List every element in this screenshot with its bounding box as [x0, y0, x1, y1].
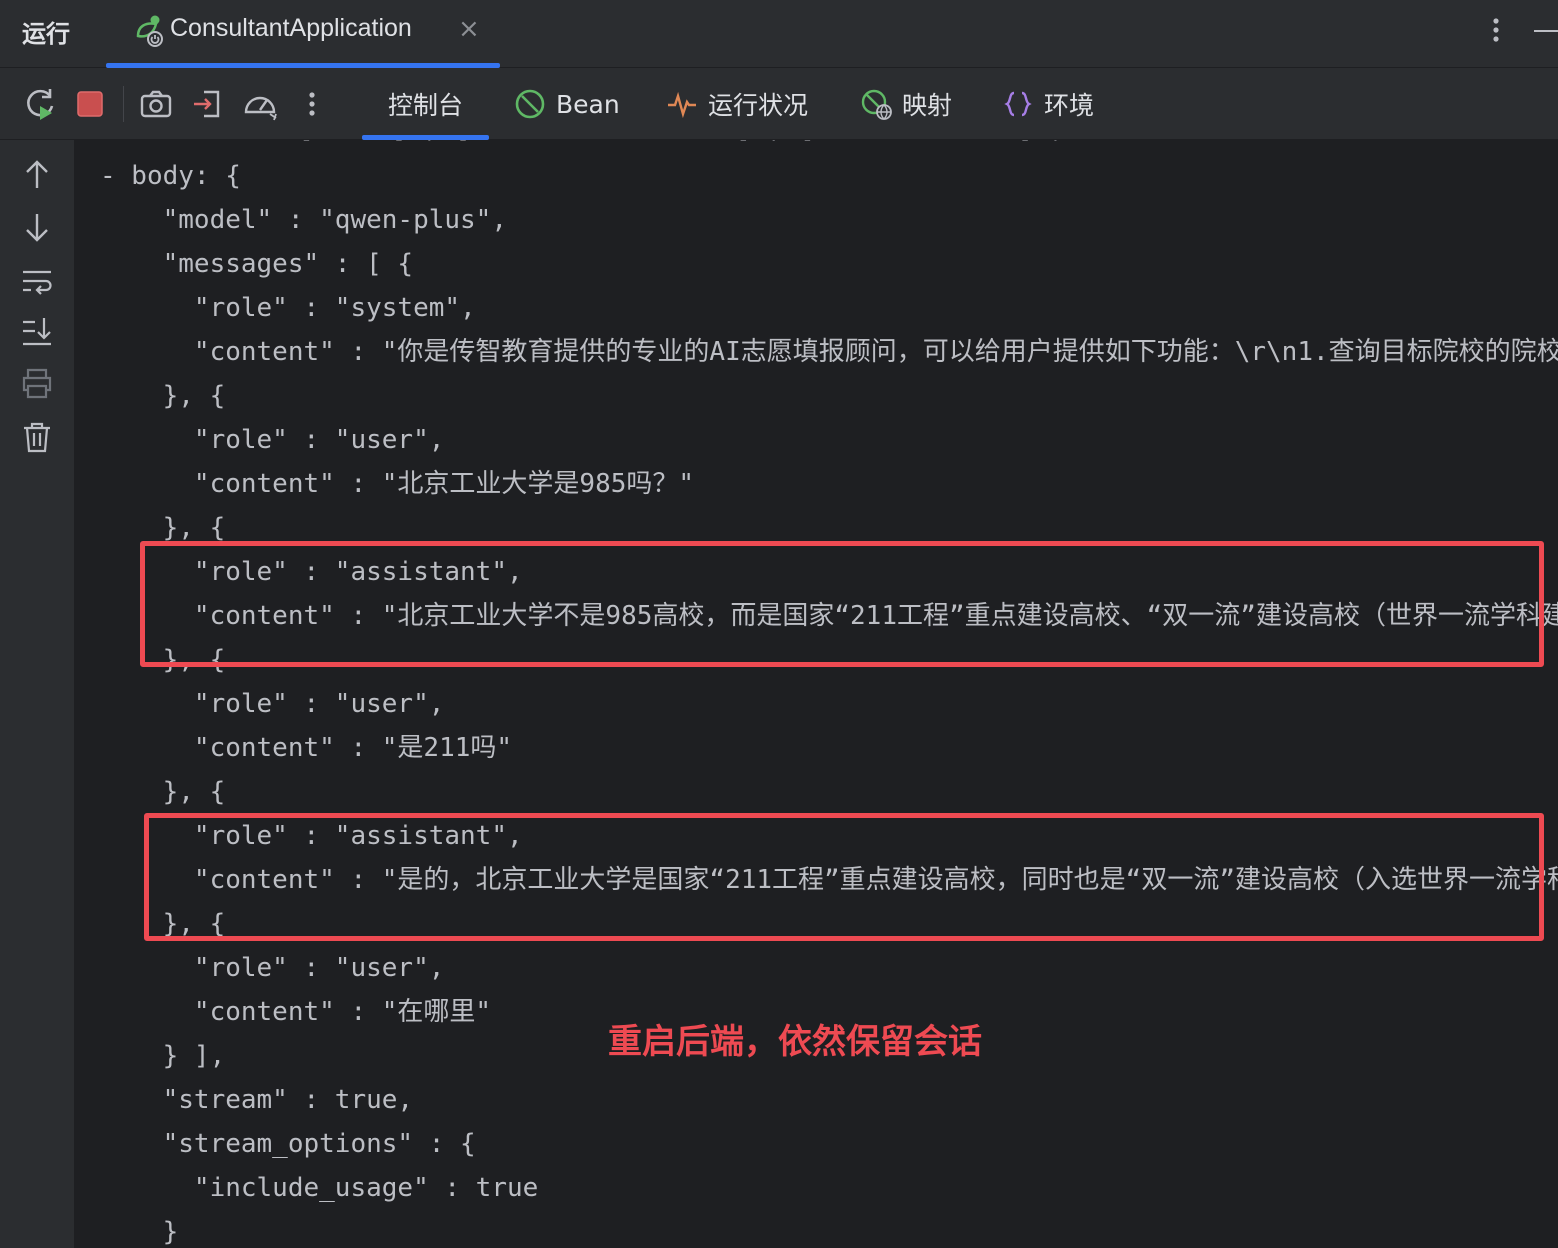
tab-console-label: 控制台 — [388, 91, 464, 120]
stop-button[interactable] — [70, 84, 110, 124]
profiler-button[interactable] — [240, 84, 280, 124]
console-line: "content" : "北京工业大学是985吗？" — [100, 469, 695, 499]
tab-mappings[interactable]: 映射 — [860, 68, 952, 140]
arrow-down-icon — [26, 214, 48, 242]
annotation-text: 重启后端，依然保留会话 — [608, 1022, 982, 1062]
stop-icon — [77, 91, 103, 117]
console-line: "messages" : [ { — [100, 249, 414, 279]
trash-icon — [24, 422, 50, 453]
console-line: "model" : "qwen-plus", — [100, 205, 507, 235]
more-actions-button[interactable] — [292, 84, 332, 124]
console-line: "content" : "在哪里" — [100, 997, 492, 1027]
more-vertical-icon — [309, 92, 315, 116]
console-line: }, { — [100, 381, 226, 411]
console-line: }, { — [100, 777, 226, 807]
tab-bean-label: Bean — [556, 89, 620, 119]
console-side-toolbar — [0, 140, 74, 1248]
scroll-to-end-button[interactable] — [18, 312, 56, 350]
tab-environment[interactable]: 环境 — [1002, 68, 1094, 140]
console-line: "role" : "system", — [100, 293, 476, 323]
dump-threads-button[interactable] — [136, 84, 176, 124]
clear-all-button[interactable] — [18, 418, 56, 456]
minimize-icon[interactable] — [1534, 30, 1558, 32]
scroll-down-button[interactable] — [18, 208, 56, 246]
console-line: "role" : "user", — [100, 953, 445, 983]
console-line: "stream" : true, — [100, 1085, 414, 1115]
rerun-button[interactable] — [20, 84, 60, 124]
run-tool-window-label: 运行 — [22, 20, 70, 48]
rerun-icon — [27, 89, 54, 120]
tab-mappings-label: 映射 — [902, 91, 953, 120]
highlight-box-assistant-1 — [140, 541, 1544, 667]
scroll-to-end-icon — [23, 318, 51, 346]
printer-icon — [22, 368, 52, 399]
tab-health-label: 运行状况 — [708, 91, 809, 120]
console-line: } ], — [100, 1041, 226, 1071]
toolbar-separator — [123, 86, 124, 122]
console-line: "content" : "你是传智教育提供的专业的AI志愿填报顾问，可以给用户提… — [100, 337, 1558, 367]
more-options-icon[interactable] — [1484, 10, 1508, 50]
tab-health[interactable]: 运行状况 — [666, 68, 808, 140]
pulse-icon — [668, 91, 696, 119]
arrow-up-icon — [26, 160, 48, 188]
exit-button[interactable] — [188, 84, 228, 124]
soft-wrap-icon — [23, 270, 52, 295]
tab-consultant-application[interactable]: ConsultantApplication × — [106, 0, 500, 68]
globe-icon — [861, 89, 892, 120]
app-tab-label: ConsultantApplication — [170, 14, 412, 42]
exit-icon — [194, 90, 220, 118]
tab-bean[interactable]: Bean — [514, 68, 620, 140]
title-bar: 运行 ConsultantApplication × — [0, 0, 1558, 68]
tab-console[interactable]: 控制台 — [362, 68, 490, 140]
console-output[interactable]: - ... [ ... ] , [ ... ... ... ... ] , [ … — [74, 140, 1558, 1248]
highlight-box-assistant-2 — [144, 813, 1544, 941]
print-button[interactable] — [18, 364, 56, 402]
spring-boot-run-icon — [136, 15, 163, 47]
scroll-up-button[interactable] — [18, 156, 56, 194]
braces-icon — [1004, 91, 1032, 117]
run-toolbar: 控制台 Bean 运行状况 映射 环境 — [0, 68, 1558, 140]
console-line: "include_usage" : true — [100, 1173, 539, 1203]
console-line: } — [100, 1217, 179, 1247]
console-line: "stream_options" : { — [100, 1129, 476, 1159]
soft-wrap-button[interactable] — [18, 262, 56, 300]
camera-icon — [140, 90, 172, 118]
tab-environment-label: 环境 — [1044, 91, 1095, 120]
console-line: "role" : "user", — [100, 689, 445, 719]
console-line: "content" : "是211吗" — [100, 733, 513, 763]
close-tab-icon[interactable]: × — [458, 14, 480, 44]
speedometer-icon — [244, 96, 277, 121]
console-line: - body: { — [100, 161, 241, 191]
bean-icon — [515, 89, 545, 119]
console-clipped-line: - ... [ ... ] , [ ... ... ... ... ] , [ … — [204, 140, 1190, 144]
console-line: "role" : "user", — [100, 425, 445, 455]
